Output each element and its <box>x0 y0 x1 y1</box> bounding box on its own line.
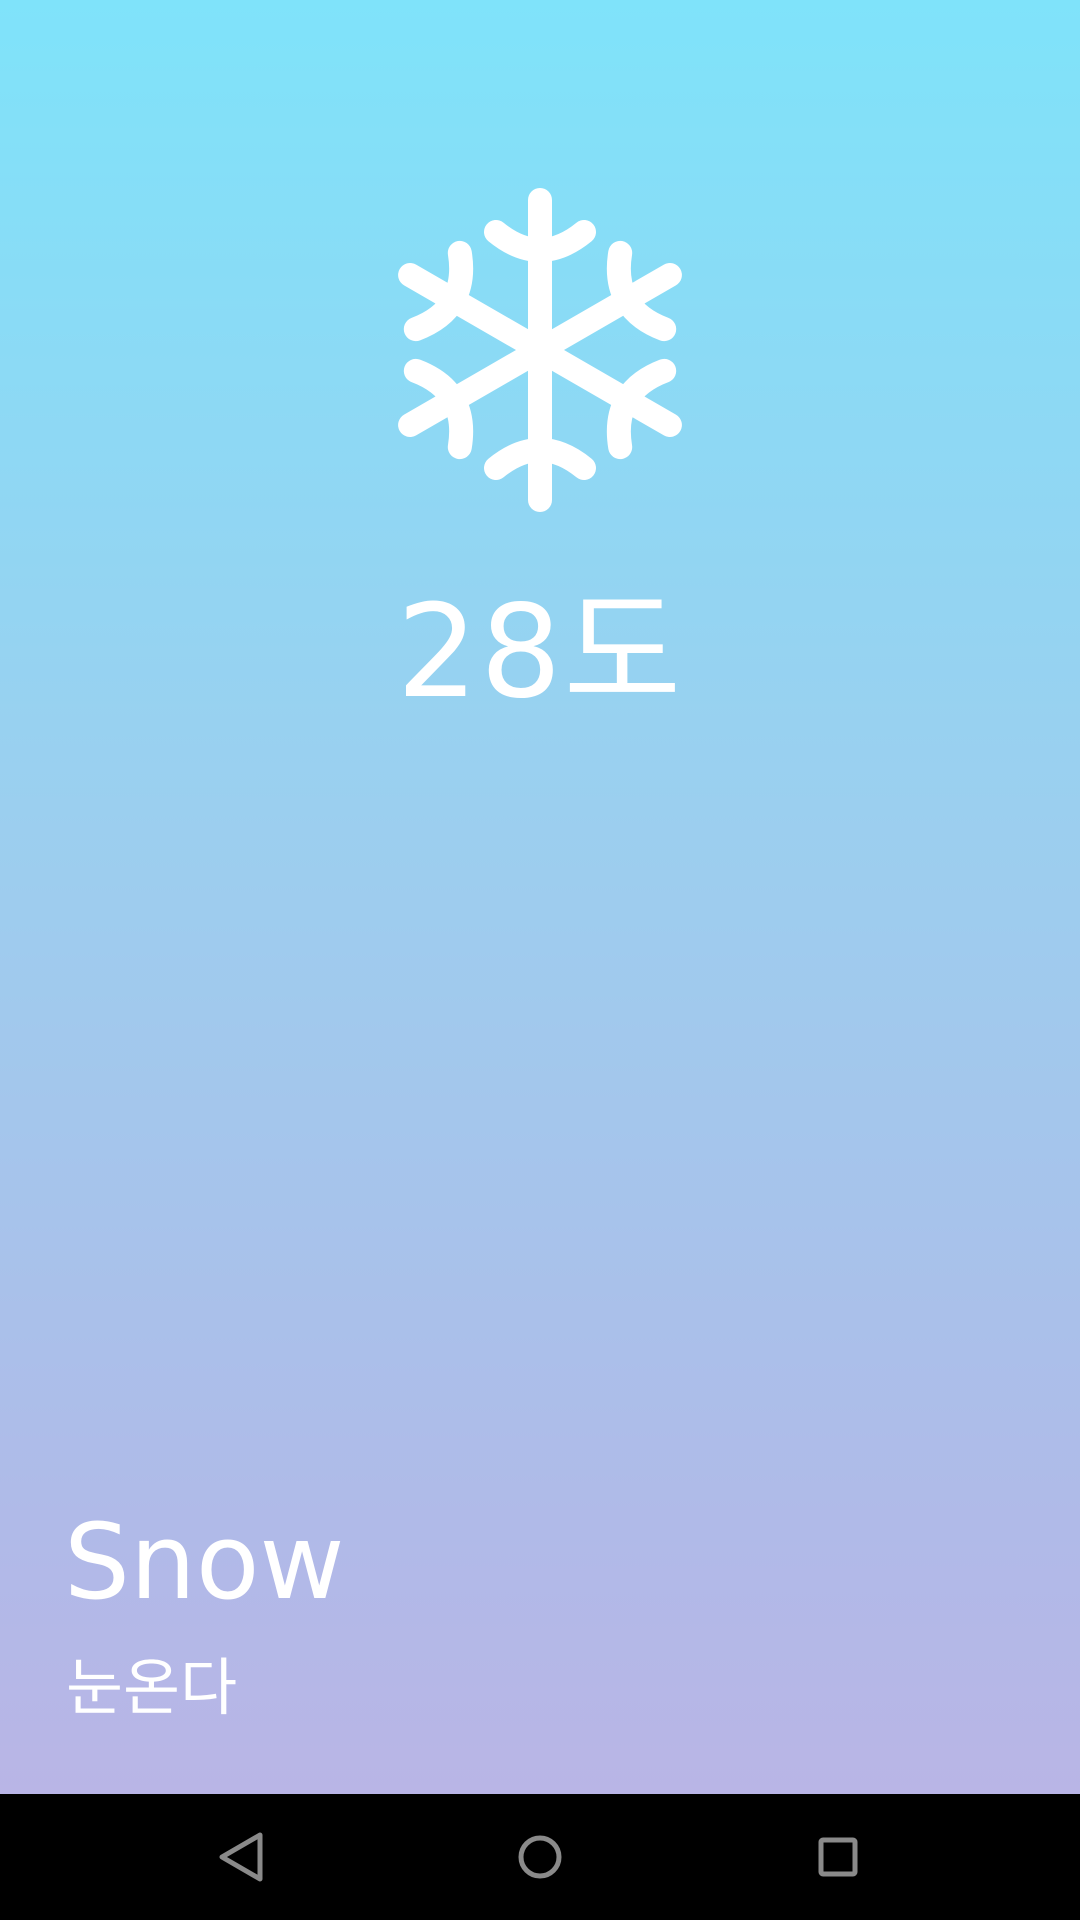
condition-subtitle: 눈온다 <box>66 1651 238 1724</box>
home-circle-icon[interactable] <box>495 1812 585 1902</box>
snowflake-icon <box>398 188 682 512</box>
weather-panel: 28도 Snow 눈온다 <box>0 0 1080 1794</box>
recent-apps-square-icon[interactable] <box>793 1812 883 1902</box>
condition-title: Snow <box>64 1501 345 1623</box>
back-triangle-icon[interactable] <box>197 1812 287 1902</box>
weather-screen: 28도 Snow 눈온다 <box>0 0 1080 1920</box>
system-navigation-bar <box>0 1794 1080 1920</box>
temperature-label: 28도 <box>396 578 684 727</box>
